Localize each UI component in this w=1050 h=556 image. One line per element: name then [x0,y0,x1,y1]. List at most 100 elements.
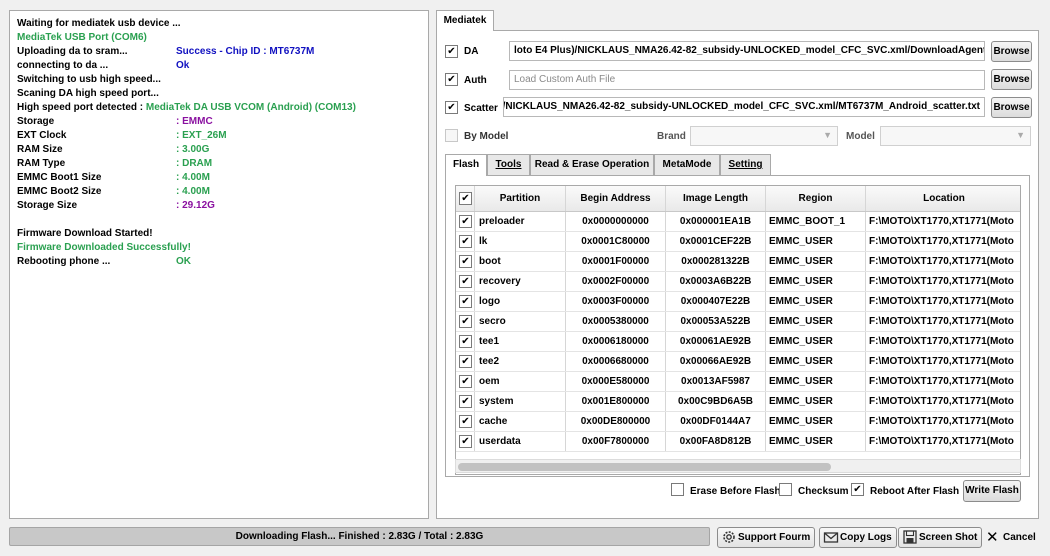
tab-flash[interactable]: Flash [445,154,487,176]
log-line: Storage: EMMC [17,115,421,129]
row-checkbox[interactable] [459,355,472,368]
header-region[interactable]: Region [766,186,866,211]
log-text: RAM Size [17,144,63,155]
tab-read-erase[interactable]: Read & Erase Operation [530,154,654,175]
da-browse-button[interactable]: Browse [991,41,1032,62]
log-value: Ok [176,60,190,71]
log-value: : EMMC [176,116,213,127]
progress-text: Downloading Flash... Finished : 2.83G / … [235,531,484,542]
header-partition[interactable]: Partition [475,186,566,211]
begin-address-cell: 0x0006680000 [566,352,666,371]
scatter-checkbox[interactable] [445,101,458,114]
tab-setting[interactable]: Setting [720,154,771,175]
header-location[interactable]: Location [866,186,1020,211]
log-text: Firmware Download Started! [17,228,153,239]
row-checkbox[interactable] [459,235,472,248]
partition-cell: cache [475,412,566,431]
region-cell: EMMC_USER [766,372,866,391]
row-checkbox[interactable] [459,375,472,388]
table-row[interactable]: userdata0x00F78000000x00FA8D812BEMMC_USE… [456,432,1020,452]
table-row[interactable]: cache0x00DE8000000x00DF0144A7EMMC_USERF:… [456,412,1020,432]
support-forum-button[interactable]: Support Fourm [717,527,816,548]
scatter-path-field[interactable]: Plus)/NICKLAUS_NMA26.42-82_subsidy-UNLOC… [503,97,985,117]
scatter-path-text: Plus)/NICKLAUS_NMA26.42-82_subsidy-UNLOC… [503,101,980,112]
scrollbar-thumb[interactable] [458,463,831,471]
region-cell: EMMC_USER [766,332,866,351]
table-row[interactable]: preloader0x00000000000x000001EA1BEMMC_BO… [456,212,1020,232]
header-image-length[interactable]: Image Length [666,186,766,211]
by-model-checkbox[interactable] [445,129,458,142]
header-begin-address[interactable]: Begin Address [566,186,666,211]
da-path-field[interactable]: loto E4 Plus)/NICKLAUS_NMA26.42-82_subsi… [509,41,985,61]
table-row[interactable]: oem0x000E5800000x0013AF5987EMMC_USERF:\M… [456,372,1020,392]
row-checkbox[interactable] [459,295,472,308]
row-checkbox[interactable] [459,415,472,428]
log-text: Switching to usb high speed... [17,74,161,85]
model-label: Model [846,131,875,142]
row-checkbox[interactable] [459,255,472,268]
image-length-cell: 0x0013AF5987 [666,372,766,391]
table-row[interactable]: tee10x00061800000x00061AE92BEMMC_USERF:\… [456,332,1020,352]
region-cell: EMMC_USER [766,432,866,451]
table-row[interactable]: lk0x0001C800000x0001CEF22BEMMC_USERF:\MO… [456,232,1020,252]
row-checkbox[interactable] [459,335,472,348]
select-all-checkbox[interactable] [459,192,472,205]
location-cell: F:\MOTO\XT1770,XT1771(Moto [869,396,1014,407]
copy-logs-button[interactable]: Copy Logs [819,527,897,548]
begin-address-cell: 0x00DE800000 [566,412,666,431]
table-row[interactable]: tee20x00066800000x00066AE92BEMMC_USERF:\… [456,352,1020,372]
log-text: Storage Size [17,200,78,211]
log-line: High speed port detected : MediaTek DA U… [17,101,421,115]
log-line: Rebooting phone ... OK [17,255,421,269]
log-text: EMMC Boot1 Size [17,172,102,183]
image-length-cell: 0x000281322B [666,252,766,271]
cancel-button[interactable]: ✕ Cancel [984,527,1036,548]
auth-path-field[interactable]: Load Custom Auth File [509,70,985,90]
table-row[interactable]: logo0x0003F000000x000407E22BEMMC_USERF:\… [456,292,1020,312]
checksum-checkbox[interactable] [779,483,792,496]
log-panel: Waiting for mediatek usb device ... Medi… [9,10,429,519]
row-checkbox[interactable] [459,435,472,448]
row-checkbox-cell [456,412,475,431]
location-cell: F:\MOTO\XT1770,XT1771(Moto [869,376,1014,387]
erase-before-flash-checkbox[interactable] [671,483,684,496]
location-cell: F:\MOTO\XT1770,XT1771(Moto [869,336,1014,347]
model-select[interactable]: ▼ [880,126,1031,146]
row-checkbox[interactable] [459,215,472,228]
write-flash-button[interactable]: Write Flash [963,480,1021,502]
table-row[interactable]: recovery0x0002F000000x0003A6B22BEMMC_USE… [456,272,1020,292]
log-text: Waiting for mediatek usb device ... [17,18,181,29]
row-checkbox-cell [456,272,475,291]
location-cell: F:\MOTO\XT1770,XT1771(Moto [869,216,1014,227]
table-row[interactable]: system0x001E8000000x00C9BD6A5BEMMC_USERF… [456,392,1020,412]
table-row[interactable]: secro0x00053800000x00053A522BEMMC_USERF:… [456,312,1020,332]
da-checkbox[interactable] [445,45,458,58]
tab-metamode[interactable]: MetaMode [654,154,720,175]
tab-tools-label: Tools [495,159,522,170]
row-checkbox-cell [456,332,475,351]
reboot-after-flash-checkbox[interactable] [851,483,864,496]
row-checkbox[interactable] [459,395,472,408]
scatter-browse-button[interactable]: Browse [991,97,1032,118]
table-row[interactable]: boot0x0001F000000x000281322BEMMC_USERF:\… [456,252,1020,272]
tab-tools[interactable]: Tools [487,154,530,175]
location-cell: F:\MOTO\XT1770,XT1771(Moto [869,436,1014,447]
auth-label: Auth [464,75,487,86]
row-checkbox[interactable] [459,315,472,328]
row-checkbox[interactable] [459,275,472,288]
tab-setting-label: Setting [728,159,763,170]
region-cell: EMMC_USER [766,412,866,431]
horizontal-scrollbar[interactable] [455,459,1021,473]
auth-checkbox[interactable] [445,73,458,86]
row-checkbox-cell [456,312,475,331]
auth-browse-button[interactable]: Browse [991,69,1032,90]
brand-select[interactable]: ▼ [690,126,838,146]
screenshot-button[interactable]: Screen Shot [898,527,983,548]
log-text: EXT Clock [17,130,67,141]
tab-mediatek[interactable]: Mediatek [436,10,494,31]
begin-address-cell: 0x000E580000 [566,372,666,391]
checksum-label: Checksum [798,486,849,497]
log-text: Firmware Downloaded Successfully! [17,242,191,253]
image-length-cell: 0x00066AE92B [666,352,766,371]
copy-logs-label: Copy Logs [840,532,892,543]
